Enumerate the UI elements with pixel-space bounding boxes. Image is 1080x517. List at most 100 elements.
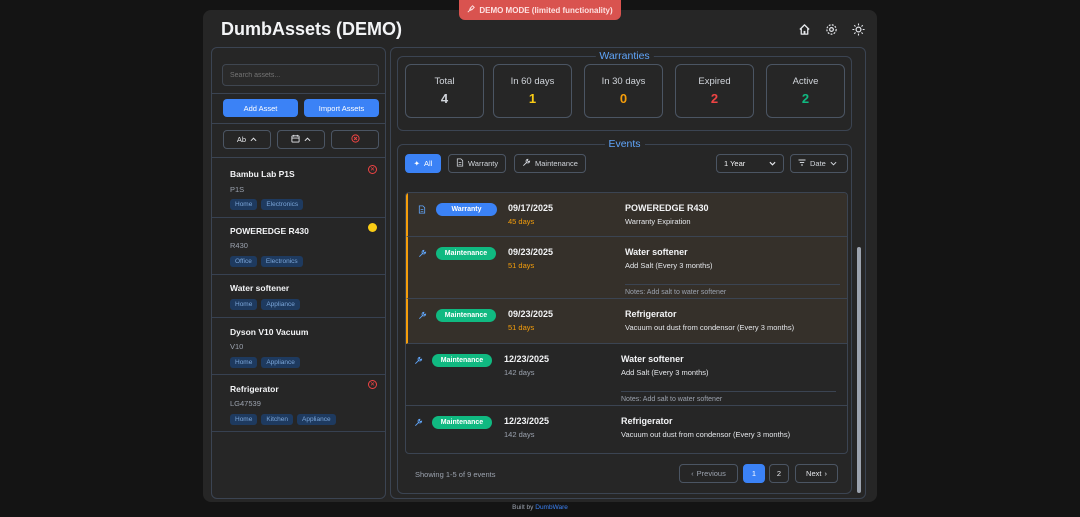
previous-page-button[interactable]: ‹ Previous xyxy=(679,464,738,483)
asset-item[interactable]: Water softener Home Appliance xyxy=(212,275,385,318)
asset-tag[interactable]: Kitchen xyxy=(261,414,294,425)
event-date: 12/23/2025 xyxy=(504,354,550,364)
filter-maintenance-button[interactable]: Maintenance xyxy=(514,154,586,173)
expired-status-icon: ✕ xyxy=(368,380,377,389)
chevron-up-icon xyxy=(250,135,257,144)
asset-model: V10 xyxy=(230,342,244,351)
event-description: Vacuum out dust from condensor (Every 3 … xyxy=(621,430,791,439)
sparkle-icon: ✦ xyxy=(413,159,420,168)
asset-item[interactable]: Refrigerator LG47539 Home Kitchen Applia… xyxy=(212,375,385,432)
next-page-button[interactable]: Next › xyxy=(795,464,838,483)
asset-model: R430 xyxy=(230,241,248,250)
wrench-icon xyxy=(414,356,423,367)
footer-prefix: Built by xyxy=(512,504,534,511)
event-days: 51 days xyxy=(508,323,535,332)
filter-warranty-button[interactable]: Warranty xyxy=(448,154,507,173)
event-days: 45 days xyxy=(508,217,535,226)
range-select-value: 1 Year xyxy=(724,159,746,168)
wrench-icon xyxy=(418,249,427,260)
expiring-status-icon xyxy=(368,223,377,232)
asset-name: Bambu Lab P1S xyxy=(230,169,295,179)
asset-item[interactable]: POWEREDGE R430 R430 Office Electronics xyxy=(212,218,385,275)
main-scrollbar[interactable] xyxy=(857,49,861,497)
event-type-badge: Maintenance xyxy=(436,309,496,322)
asset-tag[interactable]: Appliance xyxy=(297,414,336,425)
footer: Built by DumbWare xyxy=(0,504,1080,511)
asset-tag[interactable]: Home xyxy=(230,299,258,310)
sun-icon[interactable] xyxy=(851,22,865,36)
warranties-section: Warranties Total 4 In 60 days 1 In 30 da… xyxy=(397,50,852,131)
page-1-button[interactable]: 1 xyxy=(743,464,765,483)
asset-model: LG47539 xyxy=(230,399,261,408)
app-window: DumbAssets (DEMO) Add Asset Import Asset… xyxy=(203,10,877,502)
page-title: DumbAssets (DEMO) xyxy=(221,19,403,39)
event-description: Vacuum out dust from condensor (Every 3 … xyxy=(625,323,795,332)
filter-all-button[interactable]: ✦ All xyxy=(405,154,441,173)
event-row[interactable]: Maintenance 12/23/2025 142 days Water so… xyxy=(406,344,847,406)
event-date: 09/17/2025 xyxy=(508,203,554,213)
stat-active[interactable]: Active 2 xyxy=(766,64,845,118)
chevron-down-icon xyxy=(830,159,837,168)
divider xyxy=(212,123,385,124)
dumbware-link[interactable]: DumbWare xyxy=(535,504,568,511)
event-title: Water softener xyxy=(625,247,688,257)
stat-label: Active xyxy=(792,76,819,87)
event-title: Water softener xyxy=(621,354,684,364)
asset-tag[interactable]: Appliance xyxy=(261,357,300,368)
sort-date-button[interactable]: Date xyxy=(790,154,848,173)
stat-value: 0 xyxy=(619,91,628,106)
event-date: 09/23/2025 xyxy=(508,309,554,319)
event-description: Warranty Expiration xyxy=(625,217,691,226)
calendar-icon xyxy=(291,134,300,145)
asset-tag[interactable]: Home xyxy=(230,414,258,425)
gear-icon[interactable] xyxy=(824,22,838,36)
clear-filter-button[interactable] xyxy=(331,130,379,149)
scrollbar-thumb[interactable] xyxy=(857,247,861,493)
asset-tag[interactable]: Office xyxy=(230,256,257,267)
sort-by-date-button[interactable] xyxy=(277,130,325,149)
event-row[interactable]: Maintenance 12/23/2025 142 days Refriger… xyxy=(406,406,847,453)
asset-model: P1S xyxy=(230,185,245,194)
asset-tag[interactable]: Electronics xyxy=(261,199,304,210)
home-icon[interactable] xyxy=(797,22,811,36)
asset-item[interactable]: Dyson V10 Vacuum V10 Home Appliance xyxy=(212,318,385,375)
expired-status-icon: ✕ xyxy=(368,165,377,174)
asset-tag[interactable]: Electronics xyxy=(260,256,303,267)
previous-label: Previous xyxy=(696,469,726,478)
asset-name: Dyson V10 Vacuum xyxy=(230,327,309,337)
stat-expired[interactable]: Expired 2 xyxy=(675,64,754,118)
syringe-icon xyxy=(467,5,476,15)
asset-name: Refrigerator xyxy=(230,384,279,394)
stat-label: Total xyxy=(434,76,455,87)
asset-item[interactable]: Bambu Lab P1S P1S Home Electronics ✕ xyxy=(212,158,385,218)
close-circle-icon xyxy=(350,134,360,145)
page-2-button[interactable]: 2 xyxy=(769,464,789,483)
asset-name: Water softener xyxy=(230,283,290,293)
search-input[interactable] xyxy=(222,64,379,86)
asset-tag[interactable]: Home xyxy=(230,357,258,368)
dashboard-panel: Warranties Total 4 In 60 days 1 In 30 da… xyxy=(390,47,866,499)
stat-in-60-days[interactable]: In 60 days 1 xyxy=(493,64,572,118)
asset-tag[interactable]: Home xyxy=(230,199,258,210)
event-days: 142 days xyxy=(504,430,535,439)
event-description: Add Salt (Every 3 months) xyxy=(625,261,713,270)
add-asset-button[interactable]: Add Asset xyxy=(223,99,298,117)
import-assets-button[interactable]: Import Assets xyxy=(304,99,379,117)
document-icon xyxy=(456,158,464,169)
event-title: Refrigerator xyxy=(625,309,677,319)
stat-label: In 30 days xyxy=(601,76,646,87)
asset-tag[interactable]: Appliance xyxy=(261,299,300,310)
stat-total[interactable]: Total 4 xyxy=(405,64,484,118)
event-date: 12/23/2025 xyxy=(504,416,550,426)
range-select[interactable]: 1 Year xyxy=(716,154,784,173)
asset-sidebar: Add Asset Import Assets Ab Bambu Lab P1S… xyxy=(211,47,386,499)
sort-by-name-button[interactable]: Ab xyxy=(223,130,271,149)
stat-value: 4 xyxy=(440,91,449,106)
event-row[interactable]: Warranty 09/17/2025 45 days POWEREDGE R4… xyxy=(406,193,847,237)
stat-in-30-days[interactable]: In 30 days 0 xyxy=(584,64,663,118)
filter-all-label: All xyxy=(423,159,433,168)
filter-lines-icon xyxy=(798,159,806,168)
event-type-badge: Maintenance xyxy=(432,354,492,367)
event-row[interactable]: Maintenance 09/23/2025 51 days Refrigera… xyxy=(406,299,847,344)
event-row[interactable]: Maintenance 09/23/2025 51 days Water sof… xyxy=(406,237,847,299)
